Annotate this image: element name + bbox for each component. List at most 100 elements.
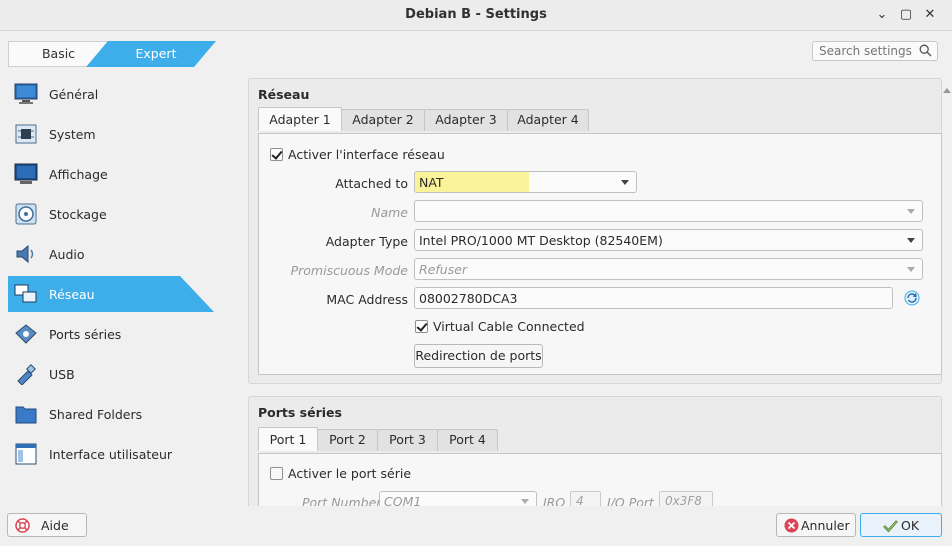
help-label: Aide: [41, 518, 69, 533]
sidebar-item-label: Réseau: [49, 287, 95, 302]
sidebar-item-label: Interface utilisateur: [49, 447, 173, 462]
speaker-audio-icon: [16, 244, 34, 264]
serial-port-tabs: Port 1 Port 2 Port 3 Port 4: [258, 427, 508, 453]
enable-network-label: Activer l'interface réseau: [288, 147, 445, 162]
tab-port-3[interactable]: Port 3: [377, 429, 438, 451]
folder-icon: [15, 406, 37, 424]
irq-label: IRQ: [543, 495, 566, 506]
mac-address-field[interactable]: 08002780DCA3: [414, 287, 893, 309]
adapter-1-panel: Activer l'interface réseau Attached to N…: [258, 133, 942, 375]
expert-mode-button[interactable]: Expert: [86, 41, 216, 67]
cancel-button[interactable]: Annuler: [776, 513, 856, 537]
promiscuous-mode-select[interactable]: Refuser: [414, 258, 923, 280]
sidebar-item-audio[interactable]: Audio: [8, 236, 214, 272]
io-port-field[interactable]: 0x3F8: [659, 491, 713, 506]
display-icon: [14, 163, 38, 184]
sidebar-item-label: Audio: [49, 247, 85, 262]
io-port-label: I/O Port: [607, 495, 654, 506]
mac-address-value: 08002780DCA3: [419, 291, 518, 306]
chevron-down-icon: [621, 180, 629, 185]
port-number-label: Port Number: [302, 495, 382, 506]
port-number-select[interactable]: COM1: [379, 491, 537, 506]
port-number-value: COM1: [384, 494, 422, 506]
search-input[interactable]: [819, 43, 915, 59]
sidebar-item-label: USB: [49, 367, 75, 382]
chevron-down-icon: [907, 238, 915, 243]
sidebar-item-label: Ports séries: [49, 327, 122, 342]
adapter-type-value: Intel PRO/1000 MT Desktop (82540EM): [419, 233, 663, 248]
search-box: [812, 41, 938, 61]
network-section-title: Réseau: [258, 87, 310, 102]
enable-network-checkbox[interactable]: [270, 148, 283, 161]
sidebar: Général System Affichage Stockage Audio …: [8, 74, 218, 504]
content-scrollbar[interactable]: [941, 74, 952, 506]
tab-port-1[interactable]: Port 1: [258, 427, 318, 451]
cable-connected-label: Virtual Cable Connected: [433, 319, 585, 334]
help-lifebuoy-icon: [15, 518, 30, 533]
port-1-panel: Activer le port série Port Number COM1 I…: [258, 453, 942, 506]
io-port-value: 0x3F8: [665, 494, 702, 506]
search-icon: [919, 44, 932, 57]
serial-section-title: Ports séries: [258, 405, 342, 420]
adapter-type-select[interactable]: Intel PRO/1000 MT Desktop (82540EM): [414, 229, 923, 251]
sidebar-item-shared-folders[interactable]: Shared Folders: [8, 396, 214, 432]
cancel-label: Annuler: [801, 518, 850, 533]
sidebar-item-display[interactable]: Affichage: [8, 156, 214, 192]
sidebar-item-usb[interactable]: USB: [8, 356, 214, 392]
chevron-down-icon: [521, 499, 529, 504]
irq-field[interactable]: 4: [570, 491, 601, 506]
cable-connected-checkbox[interactable]: [415, 320, 428, 333]
sidebar-item-label: System: [49, 127, 96, 142]
sidebar-item-serial-ports[interactable]: Ports séries: [8, 316, 214, 352]
scroll-up-icon: [943, 88, 951, 93]
promiscuous-mode-value: Refuser: [419, 262, 468, 277]
sidebar-item-system[interactable]: System: [8, 116, 214, 152]
tab-adapter-3[interactable]: Adapter 3: [424, 109, 508, 131]
cancel-icon: [784, 518, 799, 533]
ui-window-icon: [15, 443, 37, 465]
tab-port-2[interactable]: Port 2: [317, 429, 378, 451]
sidebar-item-general[interactable]: Général: [8, 76, 214, 112]
sidebar-item-label: Stockage: [49, 207, 107, 222]
adapter-type-label: Adapter Type: [325, 234, 408, 249]
ok-label: OK: [901, 518, 920, 533]
sidebar-item-storage[interactable]: Stockage: [8, 196, 214, 232]
maximize-button[interactable]: ▢: [897, 6, 915, 24]
close-button[interactable]: ✕: [921, 6, 939, 24]
mac-address-label: MAC Address: [326, 292, 408, 307]
network-group: Réseau Adapter 1 Adapter 2 Adapter 3 Ada…: [248, 78, 942, 384]
irq-value: 4: [576, 494, 584, 506]
usb-icon: [17, 364, 36, 385]
sidebar-item-label: Général: [49, 87, 99, 102]
sidebar-item-user-interface[interactable]: Interface utilisateur: [8, 436, 214, 472]
mode-toggle: Basic Expert: [8, 41, 216, 67]
refresh-mac-icon[interactable]: [904, 290, 920, 306]
attached-to-value: NAT: [419, 175, 444, 190]
port-forwarding-button[interactable]: Redirection de ports: [414, 344, 543, 368]
chevron-down-icon: [907, 209, 915, 214]
enable-serial-label: Activer le port série: [288, 466, 412, 481]
attached-to-label: Attached to: [335, 176, 408, 191]
sidebar-item-label: Affichage: [49, 167, 108, 182]
chip-system-icon: [15, 124, 37, 144]
minimize-button[interactable]: ⌄: [873, 6, 891, 24]
adapter-tabs: Adapter 1 Adapter 2 Adapter 3 Adapter 4: [258, 107, 598, 133]
tab-adapter-1[interactable]: Adapter 1: [258, 107, 342, 131]
tab-adapter-4[interactable]: Adapter 4: [507, 109, 589, 131]
help-button[interactable]: Aide: [7, 513, 87, 537]
title-bar: Debian B - Settings ⌄ ▢ ✕: [0, 0, 952, 31]
attached-to-select[interactable]: NAT: [414, 171, 637, 193]
disk-storage-icon: [15, 203, 37, 225]
monitor-general-icon: [14, 83, 38, 104]
serial-port-icon: [15, 324, 37, 344]
checkmark-icon: [883, 520, 898, 533]
settings-content: Réseau Adapter 1 Adapter 2 Adapter 3 Ada…: [248, 74, 942, 506]
name-select[interactable]: [414, 200, 923, 222]
ok-button[interactable]: OK: [860, 513, 942, 537]
sidebar-item-network[interactable]: Réseau: [8, 276, 214, 312]
serial-group: Ports séries Port 1 Port 2 Port 3 Port 4…: [248, 396, 942, 506]
tab-port-4[interactable]: Port 4: [437, 429, 498, 451]
enable-serial-checkbox[interactable]: [270, 467, 283, 480]
tab-adapter-2[interactable]: Adapter 2: [341, 109, 425, 131]
chevron-down-icon: [907, 267, 915, 272]
